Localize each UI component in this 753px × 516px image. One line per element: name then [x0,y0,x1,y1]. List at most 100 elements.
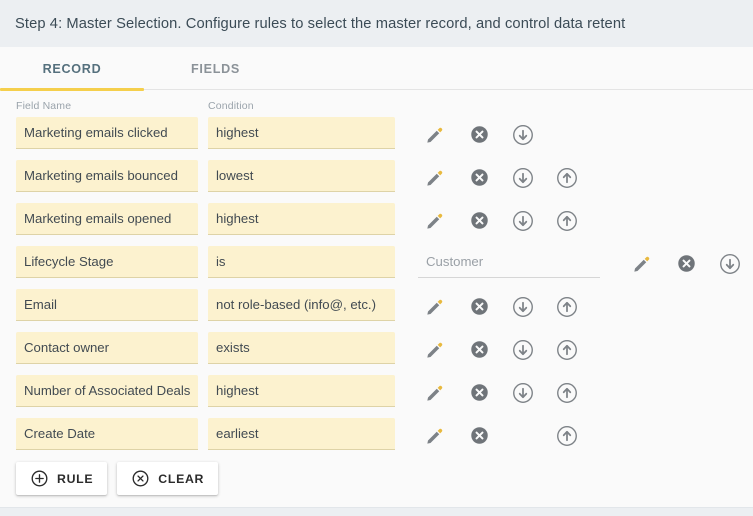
active-tab-indicator [0,88,144,91]
edit-pencil-icon[interactable] [413,328,457,371]
delete-circle-icon[interactable] [457,199,501,242]
row-actions [413,371,589,414]
rule-value-placeholder: Customer [426,254,483,269]
field-name-input[interactable]: Contact owner [16,332,198,364]
row-actions [413,199,589,242]
delete-circle-icon[interactable] [457,328,501,371]
edit-pencil-icon[interactable] [413,156,457,199]
clear-rules-label: CLEAR [158,472,204,486]
column-header-field-name: Field Name [16,100,71,112]
rule-row: Lifecycle Stage is Customer [0,242,753,285]
tab-fields[interactable]: FIELDS [144,47,287,90]
field-name-value: Email [24,297,57,312]
condition-value: not role-based (info@, etc.) [216,297,376,312]
page-title: Step 4: Master Selection. Configure rule… [15,16,625,32]
condition-input[interactable]: earliest [208,418,395,450]
field-name-input[interactable]: Number of Associated Deals [16,375,198,407]
clear-rules-button[interactable]: CLEAR [117,462,218,495]
rules-list: Marketing emails clickedhighestMarketing… [0,113,753,457]
x-circle-icon [131,469,150,488]
edit-pencil-icon[interactable] [413,285,457,328]
condition-input[interactable]: exists [208,332,395,364]
rule-row: Contact owner exists [0,328,753,371]
edit-pencil-icon[interactable] [413,199,457,242]
tab-fields-label: FIELDS [191,62,240,76]
move-down-icon[interactable] [501,328,545,371]
rule-row: Marketing emails clicked highest [0,113,753,156]
tab-record[interactable]: RECORD [0,47,144,90]
field-name-value: Marketing emails bounced [24,168,178,183]
field-name-value: Marketing emails clicked [24,125,168,140]
wizard-step-header: Step 4: Master Selection. Configure rule… [0,0,753,47]
move-up-icon[interactable] [545,199,589,242]
condition-value: is [216,254,226,269]
action-slot-empty [501,414,545,457]
edit-pencil-icon[interactable] [413,414,457,457]
delete-circle-icon[interactable] [664,242,708,285]
row-actions [413,113,589,156]
row-actions [413,328,589,371]
move-down-icon[interactable] [501,113,545,156]
field-name-value: Marketing emails opened [24,211,171,226]
edit-pencil-icon[interactable] [413,113,457,156]
field-name-value: Create Date [24,426,95,441]
move-up-icon[interactable] [545,156,589,199]
column-header-condition: Condition [208,100,254,112]
row-actions [413,285,589,328]
condition-input[interactable]: not role-based (info@, etc.) [208,289,395,321]
move-up-icon[interactable] [545,371,589,414]
field-name-value: Number of Associated Deals [24,383,190,398]
rule-row: Number of Associated Deals highest [0,371,753,414]
move-down-icon[interactable] [501,371,545,414]
add-rule-label: RULE [57,472,93,486]
condition-input[interactable]: highest [208,117,395,149]
field-name-input[interactable]: Create Date [16,418,198,450]
move-up-icon[interactable] [545,414,589,457]
edit-pencil-icon[interactable] [620,242,664,285]
delete-circle-icon[interactable] [457,285,501,328]
field-name-value: Contact owner [24,340,109,355]
row-actions [620,242,752,285]
move-down-icon[interactable] [501,285,545,328]
rule-row: Email not role-based (info@, etc.) [0,285,753,328]
condition-input[interactable]: is [208,246,395,278]
condition-input[interactable]: highest [208,375,395,407]
move-down-icon[interactable] [501,199,545,242]
rule-row: Marketing emails bounced lowest [0,156,753,199]
field-name-input[interactable]: Email [16,289,198,321]
add-rule-button[interactable]: RULE [16,462,107,495]
condition-value: lowest [216,168,253,183]
field-name-input[interactable]: Marketing emails opened [16,203,198,235]
master-selection-screen: Step 4: Master Selection. Configure rule… [0,0,753,516]
condition-value: highest [216,125,259,140]
action-slot-empty [545,113,589,156]
delete-circle-icon[interactable] [457,113,501,156]
tab-bar: RECORD FIELDS [0,47,753,90]
row-actions [413,414,589,457]
rule-actions-bar: RULE CLEAR [16,462,218,495]
condition-value: earliest [216,426,259,441]
condition-value: exists [216,340,250,355]
field-name-input[interactable]: Marketing emails bounced [16,160,198,192]
move-up-icon[interactable] [545,328,589,371]
plus-circle-icon [30,469,49,488]
condition-input[interactable]: highest [208,203,395,235]
delete-circle-icon[interactable] [457,414,501,457]
rule-row: Create Date earliest [0,414,753,457]
condition-input[interactable]: lowest [208,160,395,192]
rule-row: Marketing emails opened highest [0,199,753,242]
delete-circle-icon[interactable] [457,156,501,199]
tab-record-label: RECORD [43,62,102,76]
edit-pencil-icon[interactable] [413,371,457,414]
footer-strip [0,507,753,516]
move-down-icon[interactable] [501,156,545,199]
field-name-input[interactable]: Marketing emails clicked [16,117,198,149]
rule-value-input[interactable]: Customer [418,246,600,278]
delete-circle-icon[interactable] [457,371,501,414]
condition-value: highest [216,211,259,226]
field-name-input[interactable]: Lifecycle Stage [16,246,198,278]
condition-value: highest [216,383,259,398]
move-up-icon[interactable] [545,285,589,328]
row-actions [413,156,589,199]
move-down-icon[interactable] [708,242,752,285]
